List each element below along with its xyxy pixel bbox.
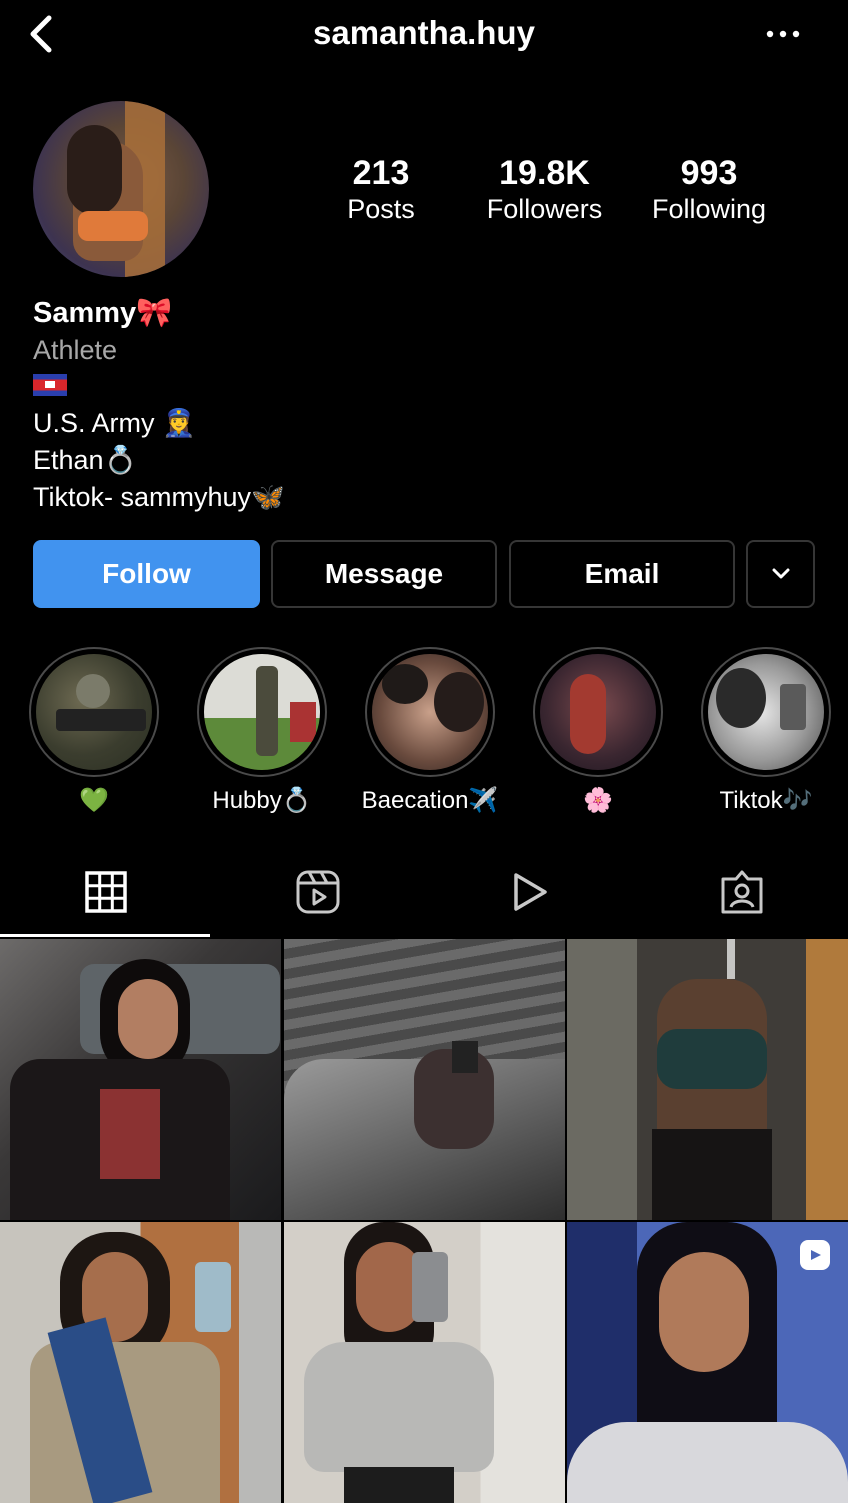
email-button[interactable]: Email bbox=[509, 540, 735, 608]
post-thumbnail[interactable] bbox=[567, 939, 848, 1220]
profile-username: samantha.huy bbox=[313, 14, 535, 51]
stat-label: Followers bbox=[486, 194, 603, 224]
more-options-button[interactable] bbox=[758, 16, 808, 52]
cambodia-flag-icon bbox=[33, 368, 793, 405]
follow-button[interactable]: Follow bbox=[33, 540, 260, 608]
grid-icon bbox=[85, 871, 127, 913]
tagged-icon bbox=[721, 870, 763, 914]
stat-value: 993 bbox=[680, 154, 738, 192]
stat-label: Posts bbox=[347, 194, 415, 224]
ellipsis-icon bbox=[766, 30, 800, 38]
tab-tagged[interactable] bbox=[636, 866, 848, 918]
bio-line: U.S. Army 👮‍♀️ bbox=[33, 408, 196, 438]
story-highlight[interactable]: Tiktok🎶 bbox=[701, 647, 831, 814]
profile-avatar[interactable] bbox=[33, 101, 209, 277]
stat-label: Following bbox=[651, 194, 767, 224]
stat-value: 213 bbox=[352, 154, 410, 192]
story-highlight[interactable]: Baecation✈️ bbox=[362, 647, 498, 814]
story-highlight[interactable]: 🌸 bbox=[533, 647, 663, 814]
tab-reels[interactable] bbox=[212, 866, 424, 918]
video-icon bbox=[514, 873, 547, 911]
story-highlight[interactable]: Hubby💍 bbox=[197, 647, 327, 814]
profile-category: Athlete bbox=[33, 335, 118, 365]
tab-videos[interactable] bbox=[424, 866, 636, 918]
suggested-accounts-button[interactable] bbox=[746, 540, 815, 608]
profile-bio: Sammy🎀 Athlete U.S. Army 👮‍♀️ Ethan💍 Tik… bbox=[33, 294, 793, 516]
stat-posts[interactable]: 213 Posts bbox=[326, 152, 436, 224]
post-thumbnail[interactable] bbox=[567, 1222, 848, 1503]
post-thumbnail[interactable] bbox=[0, 1222, 281, 1503]
post-thumbnail[interactable] bbox=[284, 1222, 565, 1503]
message-button[interactable]: Message bbox=[271, 540, 497, 608]
post-thumbnail[interactable] bbox=[284, 939, 565, 1220]
active-tab-indicator bbox=[0, 934, 210, 937]
highlight-label: Tiktok🎶 bbox=[719, 787, 813, 814]
tab-posts-grid[interactable] bbox=[0, 866, 212, 918]
bio-line: Tiktok- sammyhuy🦋 bbox=[33, 482, 285, 512]
stat-value: 19.8K bbox=[499, 154, 590, 192]
reel-indicator-icon bbox=[798, 1238, 832, 1277]
post-thumbnail[interactable] bbox=[0, 939, 281, 1220]
chevron-down-icon bbox=[772, 568, 789, 579]
display-name: Sammy🎀 bbox=[33, 297, 173, 329]
bio-line: Ethan💍 bbox=[33, 445, 138, 475]
stat-followers[interactable]: 19.8K Followers bbox=[472, 152, 617, 224]
stat-following[interactable]: 993 Following bbox=[638, 152, 780, 224]
reels-icon bbox=[296, 870, 340, 914]
story-highlight[interactable]: 💚 bbox=[29, 647, 159, 814]
